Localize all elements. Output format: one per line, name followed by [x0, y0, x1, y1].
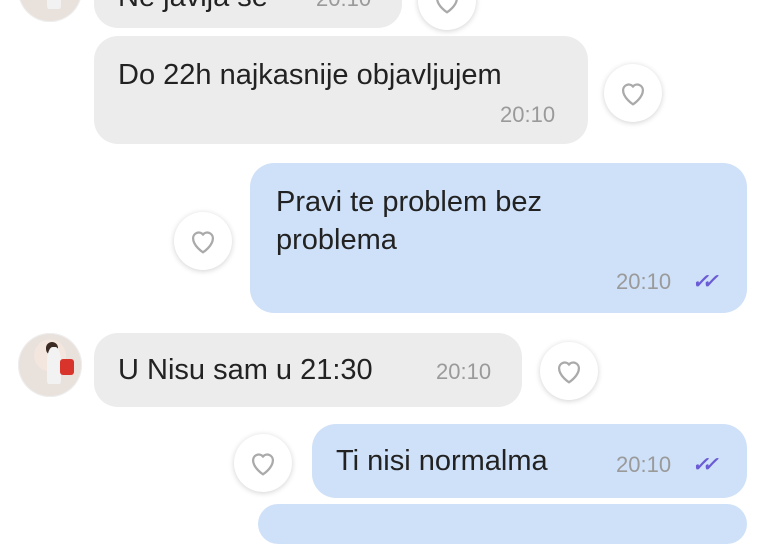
message-time: 20:10 [316, 0, 371, 12]
like-heart-button[interactable] [234, 434, 292, 492]
message-time: 20:10 [500, 102, 556, 127]
incoming-message-bubble[interactable]: Ne javlja se 20:10 [94, 0, 402, 28]
message-text: Ti nisi normalma [336, 445, 548, 477]
outgoing-message-bubble[interactable]: Pravi te problem bez problema 20:10 ✓✓ [250, 163, 747, 313]
contact-avatar[interactable] [18, 333, 82, 397]
heart-icon [557, 361, 581, 384]
message-text: U Nisu sam u 21:30 [118, 354, 373, 386]
like-heart-button[interactable] [540, 342, 598, 400]
heart-icon [436, 0, 458, 14]
heart-icon [621, 83, 645, 106]
incoming-message-bubble[interactable]: Do 22h najkasnije objavljujem 20:10 [94, 36, 588, 144]
message-time: 20:10 [616, 269, 672, 294]
avatar-figure [46, 0, 61, 10]
like-heart-button[interactable] [174, 212, 232, 270]
like-heart-button[interactable] [418, 0, 476, 30]
message-time: 20:10 [616, 452, 672, 477]
contact-avatar[interactable] [18, 0, 82, 22]
outgoing-message-bubble[interactable] [258, 504, 747, 544]
seen-double-check-icon: ✓✓ [692, 271, 718, 293]
like-heart-button[interactable] [604, 64, 662, 122]
message-time: 20:10 [436, 359, 492, 384]
message-text: Ne javlja se [118, 0, 268, 16]
avatar-red-object [60, 358, 75, 375]
heart-icon [251, 453, 275, 476]
incoming-message-bubble[interactable]: U Nisu sam u 21:30 20:10 [94, 333, 522, 407]
avatar-figure [46, 347, 61, 385]
message-text-line1: Pravi te problem bez [276, 186, 542, 218]
message-text: Do 22h najkasnije objavljujem [118, 59, 502, 91]
outgoing-message-bubble[interactable]: Ti nisi normalma 20:10 ✓✓ [312, 424, 747, 498]
heart-icon [191, 231, 215, 254]
message-text-line2: problema [276, 224, 397, 256]
seen-double-check-icon: ✓✓ [692, 454, 718, 476]
